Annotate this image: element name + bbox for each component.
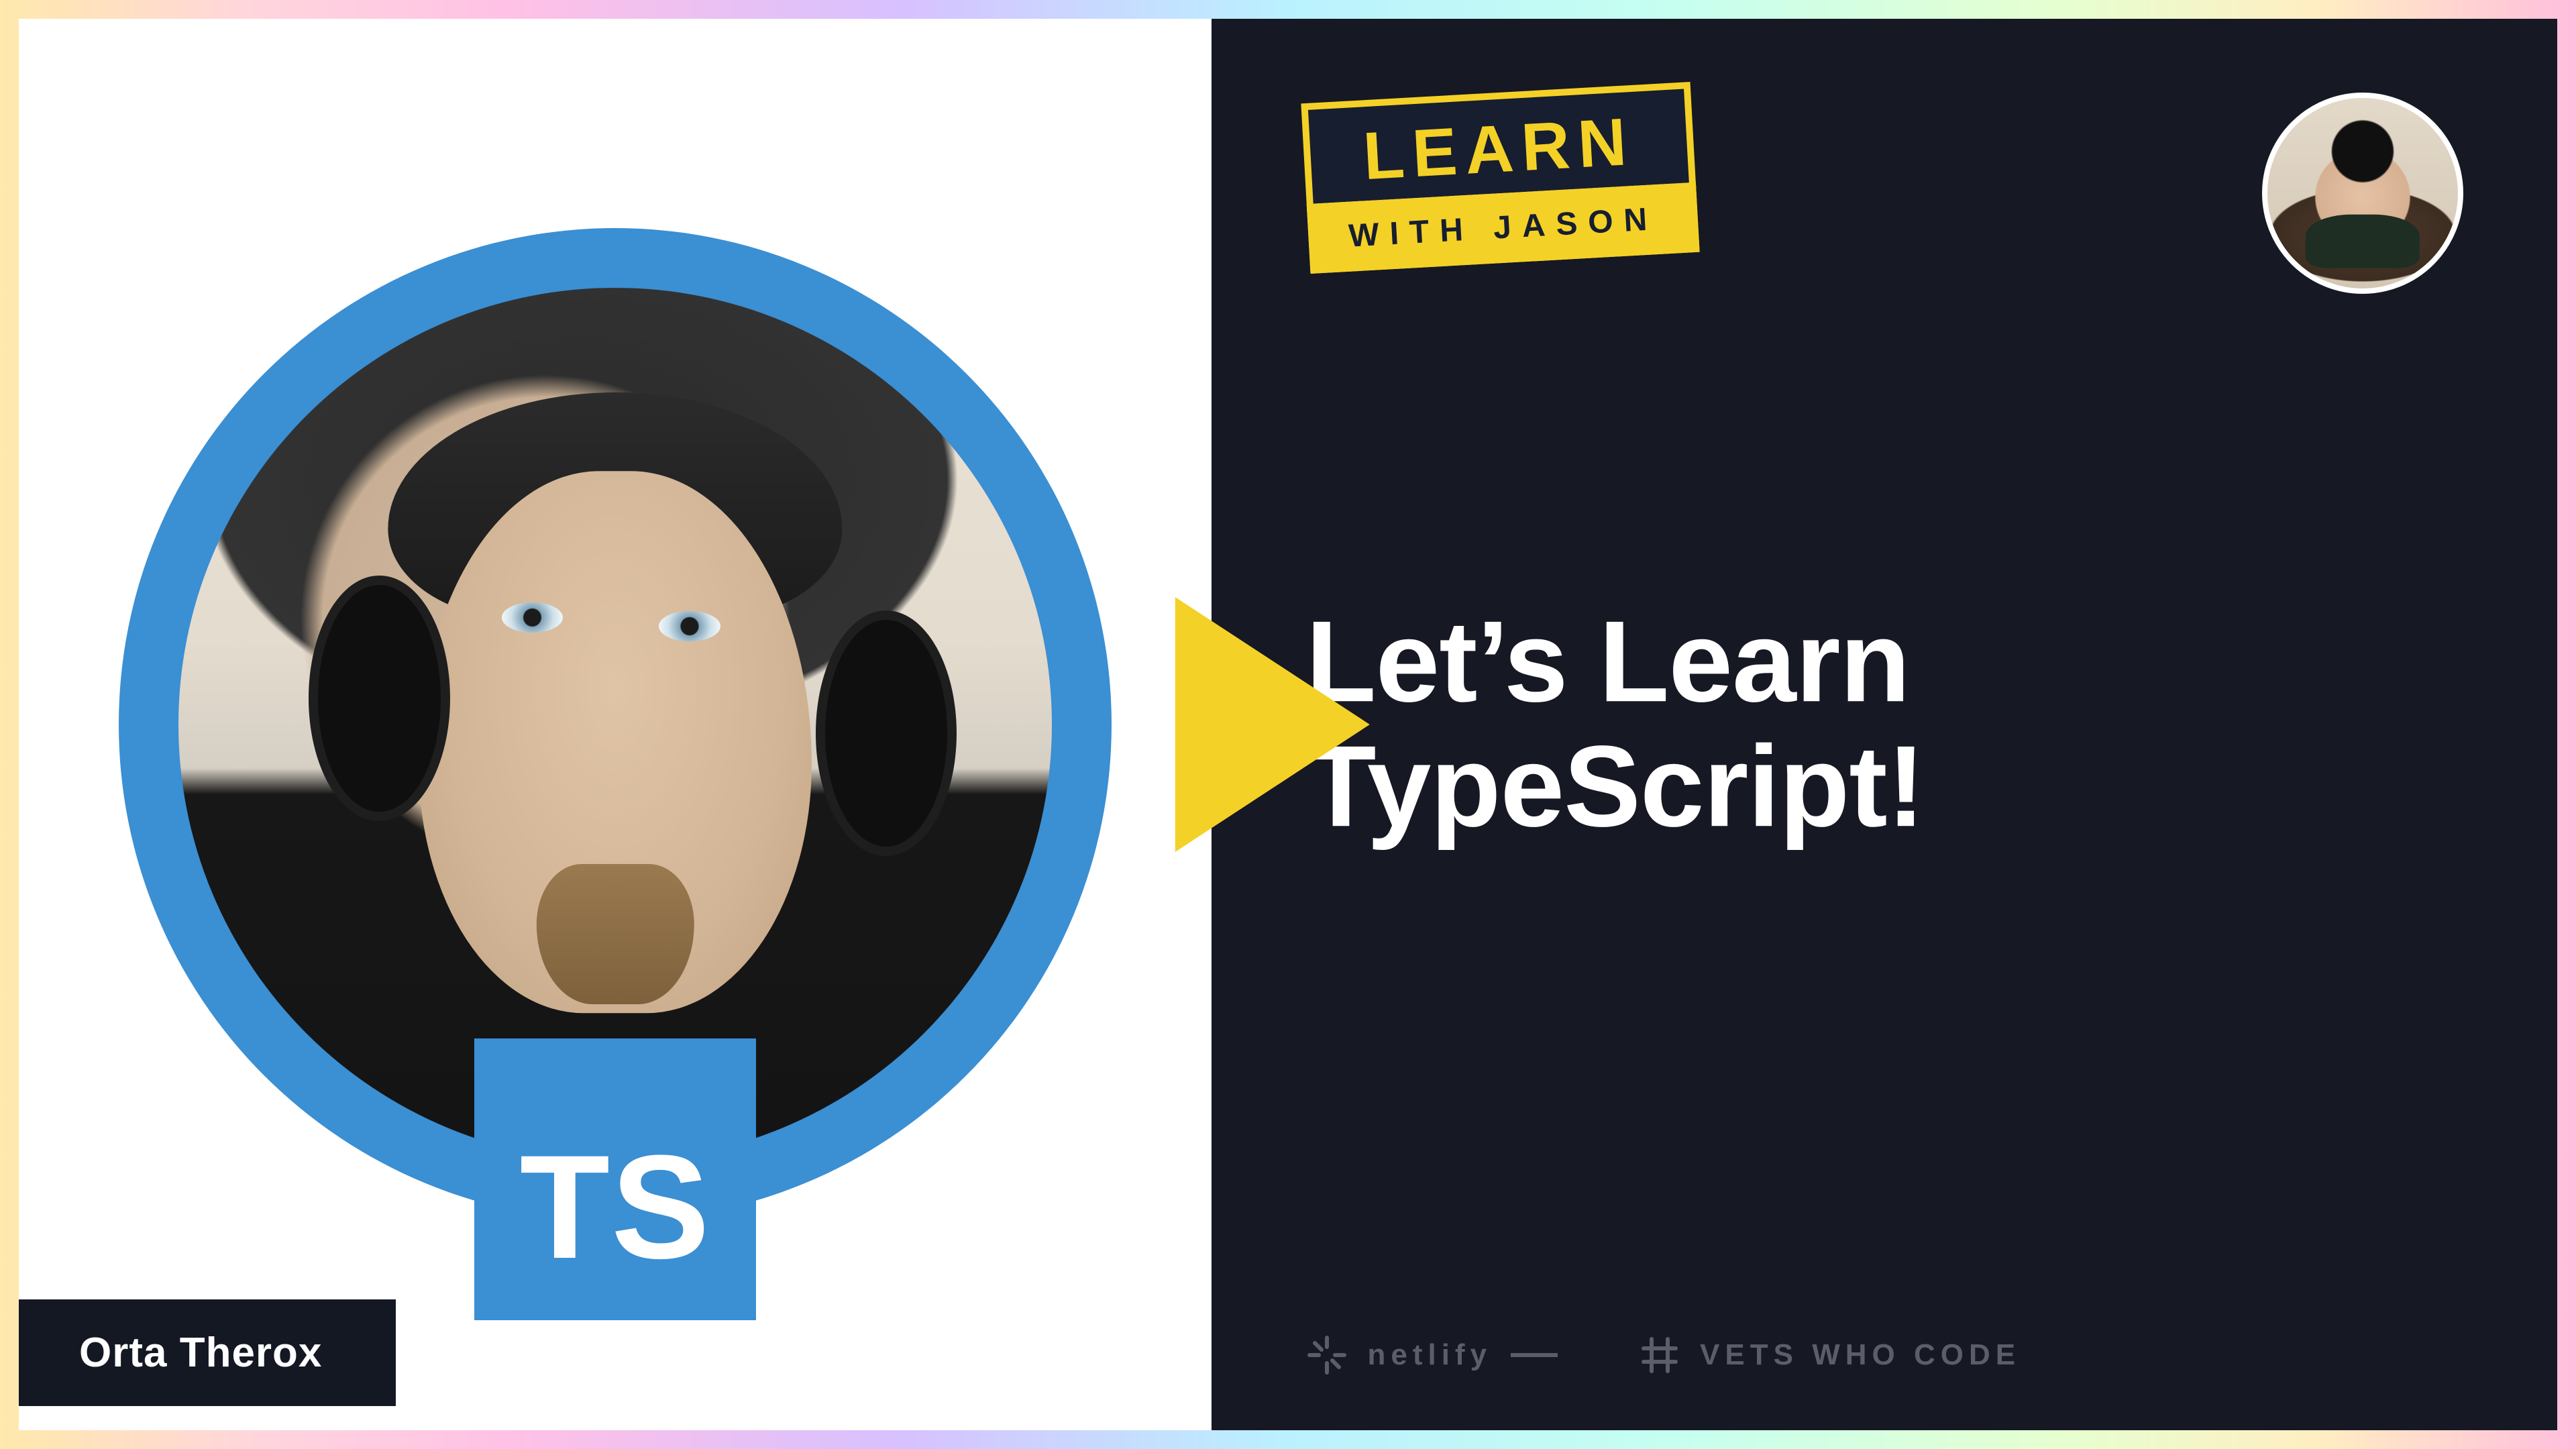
- title-panel: LEARN WITH JASON Let’s Learn TypeScript!: [1212, 19, 2557, 1430]
- guest-name-ribbon: Orta Therox: [19, 1299, 396, 1406]
- sponsor-vwc-label: VETS WHO CODE: [1700, 1338, 2021, 1372]
- guest-panel: TS Orta Therox: [19, 19, 1212, 1430]
- play-icon[interactable]: [1175, 597, 1370, 852]
- hash-flag-icon: [1638, 1334, 1681, 1377]
- spark-icon: [1305, 1334, 1348, 1377]
- divider-icon: [1511, 1353, 1558, 1357]
- typescript-badge-text: TS: [520, 1140, 711, 1273]
- sponsor-netlify: netlify: [1305, 1334, 1558, 1377]
- typescript-badge: TS: [474, 1038, 756, 1320]
- gradient-frame: TS Orta Therox LEARN WITH JASON Let’s Le…: [0, 0, 2576, 1449]
- host-avatar: [2262, 93, 2463, 294]
- sponsor-vets-who-code: VETS WHO CODE: [1638, 1334, 2021, 1377]
- sponsor-netlify-label: netlify: [1367, 1338, 1492, 1372]
- guest-portrait: [178, 288, 1052, 1161]
- show-logo-learn-with-jason: LEARN WITH JASON: [1301, 82, 1701, 274]
- sponsor-row: netlify VETS WHO CODE: [1305, 1334, 2021, 1377]
- guest-name: Orta Therox: [79, 1330, 322, 1376]
- guest-portrait-ring: TS: [119, 228, 1112, 1221]
- episode-title: Let’s Learn TypeScript!: [1305, 600, 2463, 849]
- video-card[interactable]: TS Orta Therox LEARN WITH JASON Let’s Le…: [19, 19, 2557, 1430]
